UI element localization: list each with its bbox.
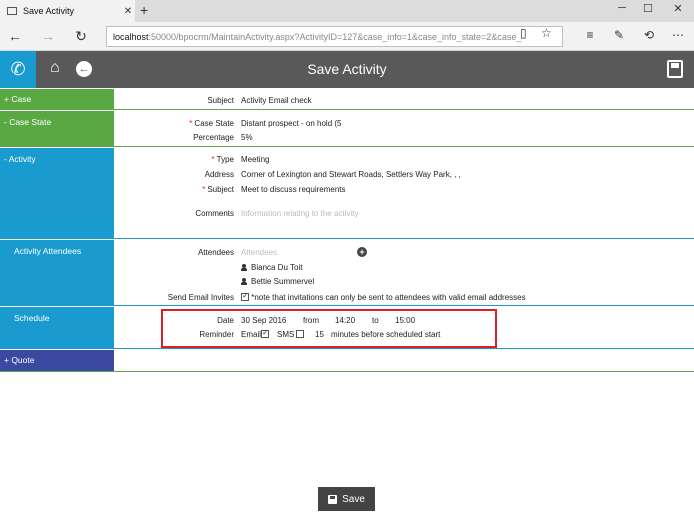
address-value[interactable]: Corner of Lexington and Stewart Roads, S… [241, 170, 461, 179]
url-host: localhost [113, 31, 149, 42]
activity-subject-label: Subject [207, 184, 234, 194]
tab-title: Save Activity [23, 6, 75, 16]
case-state-select[interactable]: Distant prospect - on hold (5 [241, 119, 342, 128]
section-quote-label[interactable]: + Quote [0, 350, 114, 371]
refresh-icon[interactable]: ↻ [72, 28, 90, 45]
url-path: :50000/bpocrm/MaintainActivity.aspx?Acti… [148, 31, 522, 42]
close-tab-icon[interactable]: ✕ [121, 6, 135, 17]
send-email-invites-label: Send Email Invites [167, 292, 234, 302]
save-disk-icon[interactable] [667, 60, 683, 78]
page-title: Save Activity [307, 61, 387, 77]
percentage-label: Percentage [193, 132, 234, 142]
subject-label: Subject [207, 95, 234, 105]
case-subject-value: Activity Email check [241, 95, 312, 105]
section-case-state-body: * Case State Distant prospect - on hold (… [114, 111, 694, 146]
url-input[interactable]: localhost:50000/bpocrm/MaintainActivity.… [106, 26, 563, 47]
section-case-label[interactable]: + Case [0, 89, 114, 109]
section-attendees: Activity Attendees Attendees Attendees +… [0, 240, 694, 306]
back-icon[interactable]: ← [6, 28, 24, 44]
schedule-highlight-box [161, 309, 497, 348]
activity-subject-input[interactable]: Meet to discuss requirements [241, 185, 346, 194]
attendees-input[interactable]: Attendees [241, 248, 277, 257]
browser-tab[interactable]: Save Activity ✕ [0, 0, 135, 22]
section-activity-label[interactable]: - Activity [0, 148, 114, 238]
section-attendees-label[interactable]: Activity Attendees [0, 240, 114, 305]
attendees-label: Attendees [197, 247, 234, 257]
address-label: Address [204, 169, 234, 179]
required-marker: * [189, 118, 193, 128]
favorite-star-icon[interactable]: ☆ [541, 26, 552, 40]
more-icon[interactable]: ⋯ [670, 28, 686, 42]
section-attendees-body: Attendees Attendees + Bianca Du Toit Bet… [114, 240, 694, 305]
attendee-item: Bettie Summervel [241, 277, 314, 286]
minimize-icon[interactable]: ─ [614, 2, 630, 14]
forward-icon[interactable]: → [39, 28, 57, 44]
reading-view-icon[interactable]: ▯ [520, 26, 527, 40]
save-button-label: Save [342, 493, 365, 505]
type-select[interactable]: Meeting [241, 155, 269, 164]
section-case-body: Subject Activity Email check [114, 89, 694, 109]
comments-label: Comments [195, 208, 234, 218]
close-window-icon[interactable]: ✕ [670, 2, 686, 15]
share-icon[interactable]: ⟲ [641, 28, 657, 42]
required-marker: * [202, 184, 206, 194]
person-icon [241, 263, 247, 271]
add-attendee-icon[interactable]: + [357, 247, 367, 257]
case-state-label: Case State [194, 118, 234, 128]
percentage-value: 5% [241, 132, 253, 142]
required-marker: * [211, 154, 215, 164]
address-bar-row: ← → ↻ localhost:50000/bpocrm/MaintainAct… [0, 22, 694, 51]
section-case: + Case Subject Activity Email check [0, 89, 694, 110]
web-note-icon[interactable]: ✎ [611, 28, 627, 42]
attendee-item: Bianca Du Toit [241, 263, 302, 272]
attendee-name: Bianca Du Toit [251, 262, 303, 272]
send-email-invites-checkbox[interactable] [241, 291, 249, 302]
save-button[interactable]: Save [318, 487, 375, 511]
attendee-name: Bettie Summervel [251, 276, 315, 286]
section-case-state: - Case State * Case State Distant prospec… [0, 111, 694, 147]
maximize-icon[interactable]: ☐ [640, 2, 656, 15]
browser-tab-bar: Save Activity ✕ + ─ ☐ ✕ [0, 0, 694, 22]
new-tab-button[interactable]: + [140, 2, 148, 18]
page-icon [7, 7, 17, 15]
send-invites-note: *note that invitations can only be sent … [251, 292, 526, 302]
section-schedule-label[interactable]: Schedule [0, 307, 114, 348]
person-icon [241, 277, 247, 285]
section-activity-body: * Type Meeting Address Corner of Lexingto… [114, 148, 694, 238]
save-disk-icon [328, 494, 338, 504]
comments-textarea[interactable]: Information relating to the activity [241, 209, 358, 218]
section-activity: - Activity * Type Meeting Address Corner … [0, 148, 694, 239]
type-label: Type [216, 154, 234, 164]
section-case-state-label[interactable]: - Case State [0, 111, 114, 146]
section-quote: + Quote [0, 350, 694, 372]
hub-icon[interactable]: ≡ [582, 28, 598, 42]
app-header: ✆ ⌂ ← Save Activity [0, 51, 694, 88]
